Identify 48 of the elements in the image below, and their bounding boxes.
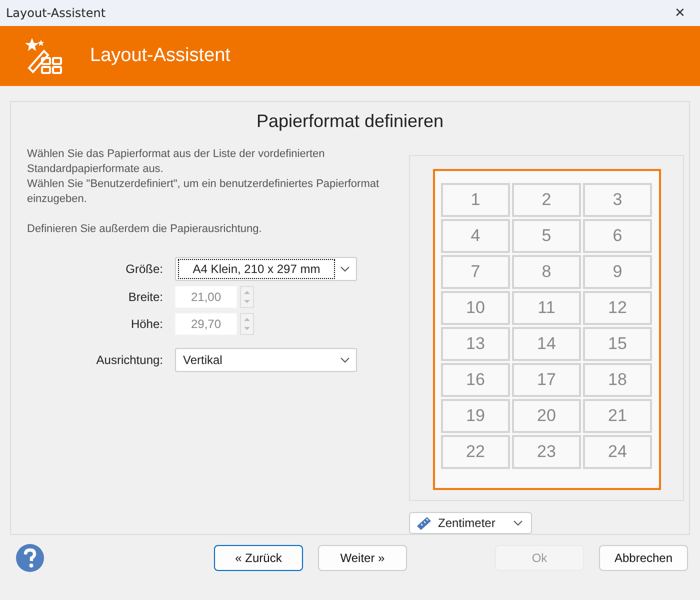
field-label: Höhe: [130,317,163,331]
instruction-text: Wählen Sie "Benutzerdefiniert", um ein benutzerdefiniertes Papierformat einzugeben. [27,177,380,207]
ruler-icon [416,516,432,530]
window-title: Layout-Assistent [6,6,106,20]
label-cell: 24 [583,435,652,469]
chevron-down-icon [340,266,350,272]
label-cell: 6 [583,219,652,253]
chevron-down-icon [340,357,350,363]
spinner-arrows-icon[interactable] [240,313,254,335]
instruction-text: Wählen Sie das Papierformat aus der Liste der vordefinierten Standardpapierformate aus. [27,147,326,177]
dialog-button[interactable]: « Zurück [214,545,303,571]
dialog-button[interactable]: Abbrechen [599,545,688,571]
close-button[interactable]: ✕ [660,0,700,26]
label-cell: 12 [583,291,652,325]
label-cell: 11 [512,291,581,325]
label-cell: 14 [512,327,581,361]
field-label: Größe: [124,262,163,276]
label-cell: 16 [441,363,510,397]
label-cell: 8 [512,255,581,289]
label-cell: 3 [583,183,652,217]
label-cell: 9 [583,255,652,289]
label-cell: 5 [512,219,581,253]
help-icon[interactable] [15,543,45,573]
label-cell: 4 [441,219,510,253]
field-label: Breite: [127,290,163,304]
label-cell: 2 [512,183,581,217]
instruction-text: Definieren Sie außerdem die Papierausrichtung. [27,222,263,237]
dropdown[interactable]: A4 Klein, 210 x 297 mm [175,257,357,281]
label-cell: 17 [512,363,581,397]
dialog-button[interactable]: Weiter » [318,545,407,571]
spinner-arrows-icon[interactable] [240,286,254,308]
chevron-down-icon [513,520,523,526]
label-cell: 19 [441,399,510,433]
header-title: Layout-Assistent [90,45,230,67]
label-cell: 7 [441,255,510,289]
label-cell: 1 [441,183,510,217]
label-cell: 18 [583,363,652,397]
unit-dropdown[interactable]: Zentimeter [409,512,532,534]
label-cell: 20 [512,399,581,433]
label-cell: 15 [583,327,652,361]
label-cell: 23 [512,435,581,469]
label-cell: 13 [441,327,510,361]
label-cell: 21 [583,399,652,433]
page-heading: Papierformat definieren [255,110,445,133]
label-cell: 22 [441,435,510,469]
field-label: Ausrichtung: [95,353,163,367]
label-cell: 10 [441,291,510,325]
dropdown[interactable]: Vertikal [175,348,357,372]
